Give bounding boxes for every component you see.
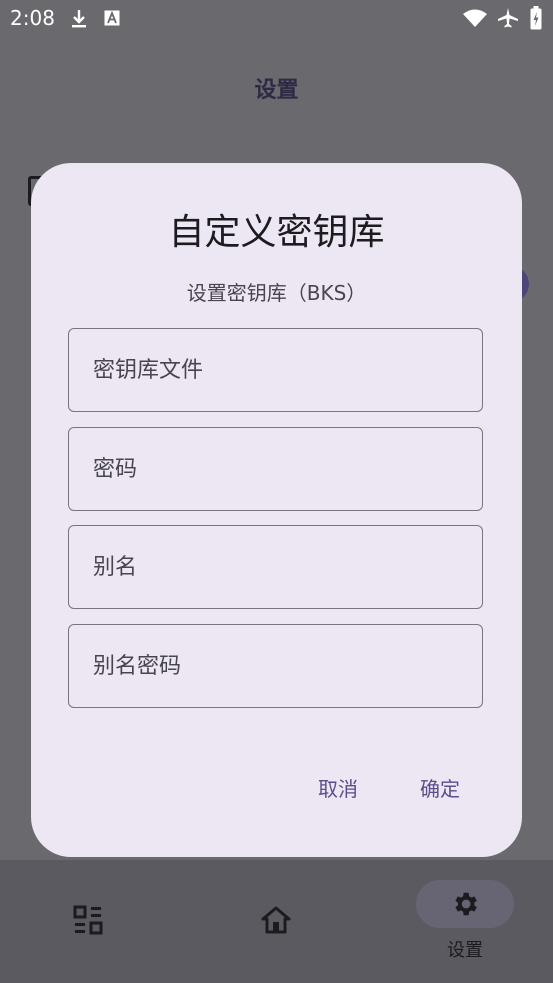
dialog-subtitle: 设置密钥库（BKS） [186,281,367,305]
confirm-button[interactable]: 确定 [412,767,468,808]
alias-password-input[interactable] [69,625,482,707]
alias-password-field [68,624,483,708]
password-input[interactable] [69,428,482,510]
keystore-dialog: 自定义密钥库 设置密钥库（BKS） 取消 确定 [31,163,522,857]
keystore-file-field [68,328,483,412]
dialog-title: 自定义密钥库 [168,212,385,253]
alias-field [68,525,483,609]
cancel-button[interactable]: 取消 [310,767,366,808]
keystore-file-input[interactable] [69,329,482,411]
alias-input[interactable] [69,526,482,608]
password-field [68,427,483,511]
